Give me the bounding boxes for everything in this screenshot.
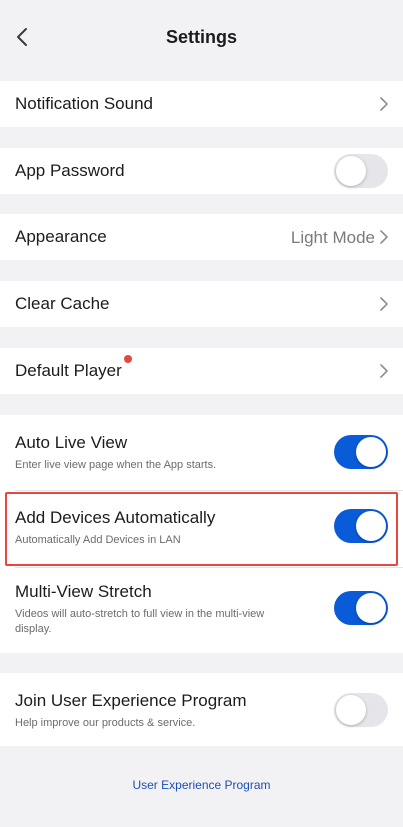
auto-live-view-subtitle: Enter live view page when the App starts… [15,459,217,471]
join-program-subtitle: Help improve our products & service. [15,717,196,729]
app-password-toggle[interactable] [334,154,388,188]
chevron-right-icon [380,297,388,311]
add-devices-label: Add Devices Automatically [15,508,216,527]
user-experience-program-link[interactable]: User Experience Program [0,778,403,792]
toggle-knob [356,437,386,467]
new-badge-dot [124,355,132,363]
toggle-knob [356,511,386,541]
notification-sound-label: Notification Sound [15,94,153,113]
multi-view-toggle[interactable] [334,591,388,625]
default-player-row[interactable]: Default Player [0,348,403,394]
clear-cache-row[interactable]: Clear Cache [0,281,403,327]
divider [15,490,403,491]
add-devices-toggle[interactable] [334,509,388,543]
appearance-row[interactable]: Appearance Light Mode [0,214,403,260]
multi-view-subtitle: Videos will auto-stretch to full view in… [15,608,265,635]
page-title: Settings [165,27,237,47]
default-player-label: Default Player [15,361,122,380]
app-password-label: App Password [15,161,125,180]
appearance-value: Light Mode [290,228,375,247]
join-program-row: Join User Experience Program Help improv… [0,673,403,746]
appearance-label: Appearance [15,227,107,246]
clear-cache-label: Clear Cache [15,294,110,313]
chevron-right-icon [380,364,388,378]
multi-view-label: Multi-View Stretch [15,582,152,601]
nav-header: Settings [0,0,403,76]
chevron-right-icon [380,97,388,111]
toggle-knob [336,156,366,186]
auto-live-view-label: Auto Live View [15,433,128,452]
chevron-right-icon [380,230,388,244]
join-program-toggle[interactable] [334,693,388,727]
notification-sound-row[interactable]: Notification Sound [0,81,403,127]
add-devices-subtitle: Automatically Add Devices in LAN [15,534,181,546]
auto-live-view-toggle[interactable] [334,435,388,469]
toggle-settings-group: Auto Live View Enter live view page when… [0,415,403,653]
join-program-label: Join User Experience Program [15,691,247,710]
divider [15,567,403,568]
toggle-knob [356,593,386,623]
app-password-row: App Password [0,148,403,194]
toggle-knob [336,695,366,725]
